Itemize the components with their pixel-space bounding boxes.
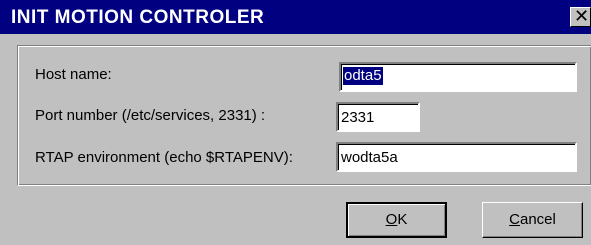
title-bar[interactable]: INIT MOTION CONTROLER ✕ — [0, 0, 591, 34]
port-number-label: Port number (/etc/services, 2331) : — [35, 107, 266, 124]
ok-button[interactable]: OK — [346, 202, 447, 238]
cancel-button[interactable]: Cancel — [482, 202, 583, 238]
window-title: INIT MOTION CONTROLER — [11, 7, 265, 28]
cancel-mnemonic: C — [509, 211, 520, 228]
cancel-label-rest: ancel — [519, 211, 556, 228]
host-name-field[interactable]: odta5 — [339, 62, 577, 92]
rtap-environment-label: RTAP environment (echo $RTAPENV): — [35, 149, 293, 166]
ok-mnemonic: O — [385, 211, 398, 228]
host-name-label: Host name: — [35, 66, 112, 83]
port-number-field[interactable] — [336, 102, 420, 132]
rtap-environment-field[interactable] — [336, 142, 577, 172]
close-icon: ✕ — [574, 6, 590, 26]
close-button[interactable]: ✕ — [570, 6, 591, 27]
host-name-value: odta5 — [343, 67, 383, 85]
ok-label-rest: K — [397, 211, 408, 228]
